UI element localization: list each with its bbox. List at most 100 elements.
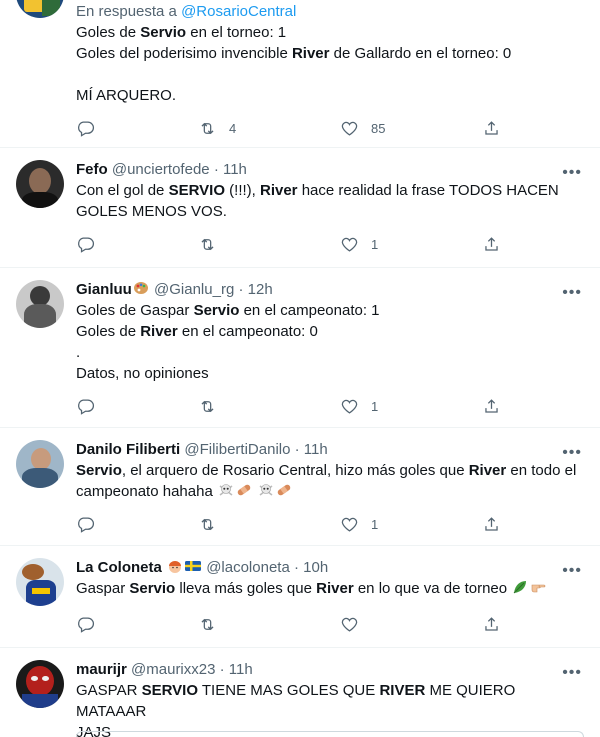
avatar[interactable]: [16, 160, 64, 208]
like-button[interactable]: 85: [340, 116, 385, 140]
display-name[interactable]: maurijr: [76, 661, 127, 678]
avatar[interactable]: [16, 0, 64, 18]
separator-dot: ·: [213, 161, 219, 178]
more-options-icon[interactable]: •••: [562, 665, 582, 681]
share-button[interactable]: [482, 116, 501, 140]
like-button[interactable]: [340, 612, 371, 636]
tweet[interactable]: Gianluu @Gianlu_rg · 12h Goles de Gaspar…: [0, 268, 600, 428]
separator-dot: ·: [293, 559, 299, 576]
retweet-button[interactable]: [198, 612, 229, 636]
like-button[interactable]: 1: [340, 512, 378, 536]
retweet-button[interactable]: [198, 512, 229, 536]
text-run: Goles de Gaspar: [76, 302, 194, 319]
reply-button[interactable]: [76, 116, 107, 140]
text-run: [253, 483, 257, 500]
avatar[interactable]: [16, 280, 64, 328]
embedded-card-edge[interactable]: [76, 731, 584, 737]
display-name[interactable]: Fefo: [76, 161, 108, 178]
share-icon: [485, 236, 498, 251]
separator-dot: ·: [219, 661, 225, 678]
skull-crossbones-emoji-icon: [259, 484, 273, 496]
replying-to: En respuesta a @RosarioCentral: [76, 2, 584, 22]
reply-icon: [78, 617, 94, 633]
reply-button[interactable]: [76, 394, 107, 418]
text-run: Con el gol de: [76, 182, 169, 199]
timestamp[interactable]: 11h: [229, 661, 253, 678]
retweet-icon: [201, 238, 214, 250]
retweet-button[interactable]: [198, 232, 229, 256]
like-count: 1: [371, 236, 379, 252]
tweet-body: Gianluu @Gianlu_rg · 12h Goles de Gaspar…: [76, 280, 584, 384]
reply-button[interactable]: [76, 232, 107, 256]
timestamp[interactable]: 10h: [303, 559, 328, 576]
avatar[interactable]: [16, 440, 64, 488]
display-name[interactable]: Gianluu: [76, 281, 132, 298]
share-icon: [485, 398, 498, 413]
tweet[interactable]: Danilo Filiberti @FilibertiDanilo · 11h …: [0, 428, 600, 546]
text-run: MÍ ARQUERO.: [76, 87, 177, 104]
handle[interactable]: @Gianlu_rg: [154, 281, 234, 298]
tweet-actions: [76, 612, 516, 636]
tweet[interactable]: En respuesta a @RosarioCentral Goles de …: [0, 0, 600, 148]
more-options-icon[interactable]: •••: [562, 445, 582, 461]
like-button[interactable]: 1: [340, 232, 378, 256]
tweet[interactable]: maurijr @maurixx23 · 11h GASPAR SERVIO T…: [0, 648, 600, 737]
retweet-icon: [201, 400, 214, 412]
retweet-icon: [201, 518, 214, 530]
tweet-actions: 4 85: [76, 116, 516, 140]
tweet-header: Danilo Filiberti @FilibertiDanilo · 11h: [76, 440, 584, 460]
avatar[interactable]: [16, 660, 64, 708]
timestamp[interactable]: 11h: [223, 161, 247, 178]
bold-keyword: River: [260, 182, 298, 199]
display-name[interactable]: La Coloneta: [76, 559, 162, 576]
more-options-icon[interactable]: •••: [562, 165, 582, 181]
tweet-actions: 1: [76, 512, 516, 536]
reply-button[interactable]: [76, 512, 107, 536]
tweet-text-line: Servio, el arquero de Rosario Central, h…: [76, 460, 584, 481]
bold-keyword: River: [316, 580, 354, 597]
reply-button[interactable]: [76, 612, 107, 636]
timestamp[interactable]: 11h: [304, 441, 328, 458]
handle[interactable]: @maurixx23: [131, 661, 215, 678]
tweet-actions: 1: [76, 232, 516, 256]
text-run: en el torneo: 1: [186, 24, 287, 41]
share-button[interactable]: [482, 512, 501, 536]
retweet-button[interactable]: [198, 394, 229, 418]
tweet-text-line: GOLES MENOS VOS.: [76, 201, 584, 222]
tweet[interactable]: Fefo @unciertofede · 11h Con el gol de S…: [0, 148, 600, 268]
timestamp[interactable]: 12h: [248, 281, 273, 298]
handle[interactable]: @unciertofede: [112, 161, 210, 178]
more-options-icon[interactable]: •••: [562, 563, 582, 579]
avatar[interactable]: [16, 558, 64, 606]
handle[interactable]: @lacoloneta: [206, 559, 290, 576]
replying-handle-link[interactable]: @RosarioCentral: [181, 3, 296, 20]
tweet-text-line: Datos, no opiniones: [76, 363, 584, 384]
text-run: hace realidad la frase TODOS HACEN: [297, 182, 559, 199]
bandage-emoji-icon: [237, 484, 251, 496]
text-run: en lo que va de torneo: [353, 580, 512, 597]
handle[interactable]: @FilibertiDanilo: [184, 441, 290, 458]
tweet-text-line: GASPAR SERVIO TIENE MAS GOLES QUE RIVER …: [76, 680, 584, 722]
bold-keyword: Servio: [140, 24, 187, 41]
tweet-text: Goles de Servio en el torneo: 1 Goles del…: [76, 22, 584, 106]
share-button[interactable]: [482, 394, 501, 418]
more-options-icon[interactable]: •••: [562, 285, 582, 301]
share-icon: [485, 516, 498, 531]
display-name[interactable]: Danilo Filiberti: [76, 441, 180, 458]
retweet-button[interactable]: 4: [198, 116, 236, 140]
text-run: Goles de: [76, 24, 141, 41]
tweet[interactable]: La Coloneta @lacoloneta · 10h Gaspar Ser…: [0, 546, 600, 648]
text-run: en el campeonato: 0: [177, 323, 318, 340]
text-run: GOLES MENOS VOS.: [76, 203, 227, 220]
like-count: 1: [371, 398, 379, 414]
like-button[interactable]: 1: [340, 394, 378, 418]
leaf-emoji-icon: [513, 581, 527, 594]
separator-dot: ·: [238, 281, 244, 298]
share-button[interactable]: [482, 232, 501, 256]
sweden-flag-emoji-icon: [185, 561, 202, 571]
bold-keyword: Servio: [193, 302, 240, 319]
bold-keyword: SERVIO: [141, 682, 198, 699]
share-button[interactable]: [482, 612, 501, 636]
text-run: (!!!),: [225, 182, 260, 199]
tweet-body: maurijr @maurixx23 · 11h GASPAR SERVIO T…: [76, 660, 584, 737]
